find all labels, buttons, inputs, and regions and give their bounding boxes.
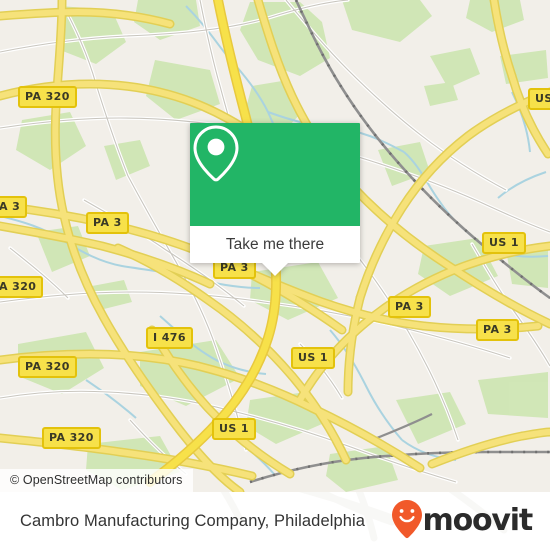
road-shield: US <box>528 88 550 110</box>
take-me-there-label: Take me there <box>225 235 325 253</box>
callout-image <box>190 123 360 226</box>
road-shield: US 1 <box>291 347 335 369</box>
road-shield: A 320 <box>0 276 44 298</box>
road-shield: PA 3 <box>476 319 519 341</box>
osm-attribution[interactable]: © OpenStreetMap contributors <box>0 469 193 492</box>
road-shield: PA 320 <box>18 356 77 378</box>
road-shield: PA 320 <box>18 86 77 108</box>
road-shield: US 1 <box>212 418 256 440</box>
map-page: PA 320 US A 3 PA 3 US 1 A 320 PA 3 PA 3 … <box>0 0 550 550</box>
callout-action-bar[interactable]: Take me there <box>190 226 360 276</box>
moovit-wordmark: moovit <box>422 503 534 538</box>
road-shield: US 1 <box>482 232 526 254</box>
road-shield: A 3 <box>0 196 28 218</box>
moovit-smiling-pin-icon <box>391 499 423 544</box>
road-shield: PA 3 <box>388 296 431 318</box>
road-shield: PA 3 <box>86 212 129 234</box>
place-title: Cambro Manufacturing Company, Philadelph… <box>20 511 366 530</box>
place-callout[interactable]: Take me there <box>190 123 360 276</box>
road-shield: I 476 <box>146 327 193 349</box>
moovit-logo[interactable]: moovit <box>391 499 534 544</box>
callout-notch <box>262 263 288 276</box>
map-canvas[interactable]: PA 320 US A 3 PA 3 US 1 A 320 PA 3 PA 3 … <box>0 0 550 492</box>
footer-bar: Cambro Manufacturing Company, Philadelph… <box>0 492 550 550</box>
road-shield: PA 320 <box>42 427 101 449</box>
